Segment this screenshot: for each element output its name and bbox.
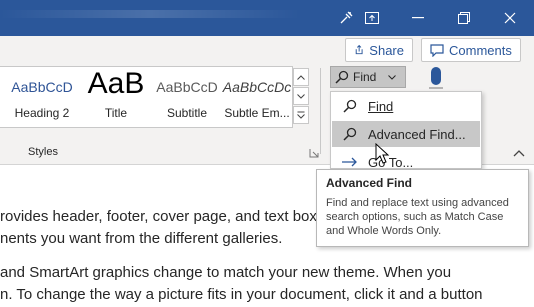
find-button[interactable]: Find	[330, 66, 406, 88]
ribbon-display-options-icon[interactable]	[350, 0, 394, 36]
search-icon	[335, 70, 349, 84]
arrow-right-icon	[342, 157, 357, 167]
document-line: and SmartArt graphics change to match yo…	[0, 264, 452, 281]
advanced-find-tooltip: Advanced Find Find and replace text usin…	[316, 169, 529, 247]
document-line: rovides header, footer, cover page, and …	[0, 208, 317, 225]
chevron-down-icon	[388, 74, 397, 80]
find-label: Find	[353, 70, 377, 84]
minimize-icon[interactable]	[396, 0, 440, 36]
style-sample: AaBbCcD	[11, 79, 73, 95]
collapse-ribbon-icon[interactable]	[513, 148, 525, 158]
style-sample: AaB	[87, 67, 145, 100]
gallery-more-button[interactable]	[293, 106, 309, 124]
menu-item-label: Find	[368, 98, 394, 114]
chevron-up-icon	[297, 74, 305, 80]
style-subtle-emphasis[interactable]: AaBbCcDc Subtle Em...	[222, 67, 292, 127]
document-line: n. To change the way a picture fits in y…	[0, 286, 483, 303]
style-name: Subtitle	[166, 106, 208, 120]
menu-item-advanced-find[interactable]: Advanced Find...	[332, 121, 480, 147]
group-divider	[320, 68, 321, 154]
comments-button[interactable]: Comments	[421, 38, 521, 62]
document-line: nents you want from the different galler…	[0, 230, 283, 247]
title-bar	[0, 0, 534, 36]
style-name: Title	[104, 106, 128, 120]
style-name: Heading 2	[14, 106, 70, 120]
share-label: Share	[369, 42, 404, 58]
title-bar-fade	[0, 10, 300, 18]
tooltip-title: Advanced Find	[326, 176, 413, 190]
styles-gallery: AaBbCcD Heading 2 AaB Title AaBbCcD Subt…	[0, 66, 293, 128]
style-title[interactable]: AaB Title	[78, 67, 154, 127]
menu-item-go-to[interactable]: Go To...	[332, 149, 480, 168]
restore-icon[interactable]	[442, 0, 486, 36]
dialog-launcher-icon[interactable]	[309, 148, 319, 158]
mouse-cursor-icon	[375, 143, 390, 164]
gallery-down-button[interactable]	[293, 87, 309, 105]
share-button[interactable]: Share	[345, 38, 413, 62]
find-dropdown-menu: Find Advanced Find... Go To...	[330, 91, 482, 169]
styles-group-label: Styles	[28, 146, 58, 158]
comment-icon	[430, 43, 444, 57]
style-subtitle[interactable]: AaBbCcD Subtitle	[154, 67, 220, 127]
menu-item-label: Advanced Find...	[368, 126, 466, 142]
chevron-down-icon	[297, 93, 305, 99]
more-icon	[297, 111, 305, 119]
gallery-up-button[interactable]	[293, 68, 309, 86]
menu-item-find[interactable]: Find	[332, 93, 480, 119]
style-sample: AaBbCcDc	[222, 79, 292, 95]
style-heading-2[interactable]: AaBbCcD Heading 2	[6, 67, 78, 127]
comments-label: Comments	[449, 42, 512, 58]
tooltip-body: Find and replace text using advanced sea…	[326, 197, 509, 237]
close-icon[interactable]	[488, 0, 532, 36]
search-icon	[343, 127, 357, 141]
gallery-scroll	[293, 66, 311, 128]
search-icon	[343, 99, 357, 113]
style-name: Subtle Em...	[224, 106, 290, 120]
style-sample: AaBbCcD	[156, 79, 218, 95]
share-icon	[355, 44, 363, 55]
